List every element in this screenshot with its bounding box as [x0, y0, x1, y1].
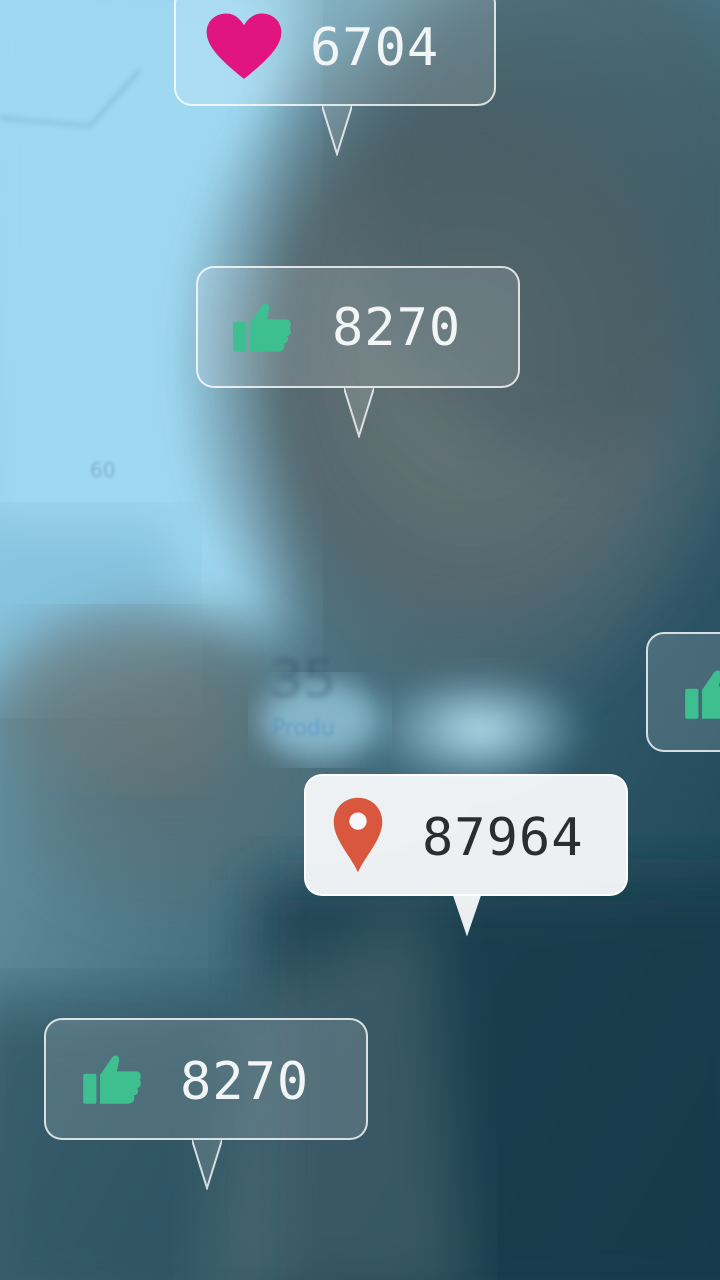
- ghost-label: Produ: [272, 716, 335, 741]
- notification-count: 8270: [180, 1052, 310, 1112]
- thumbs-up-icon: [233, 303, 291, 352]
- bubble-tail: [453, 896, 481, 937]
- map-pin-icon: [333, 797, 383, 873]
- notification-bubble: [646, 632, 720, 752]
- thumbs-up-icon: [83, 1055, 141, 1104]
- notification-bubble: 8270: [44, 1018, 368, 1190]
- notification-count: 8270: [332, 298, 462, 358]
- bubble-tail: [344, 388, 374, 438]
- notification-bubble: 8270: [196, 266, 520, 438]
- ghost-axis-label: 60: [90, 458, 116, 482]
- notification-count: 6704: [310, 18, 440, 78]
- notification-count: 87964: [422, 808, 584, 868]
- bubble-tail: [192, 1140, 222, 1190]
- thumbs-up-icon: [685, 670, 720, 719]
- notification-bubble: 6704: [174, 0, 496, 156]
- bubble-tail: [322, 106, 352, 156]
- notification-bubble: 87964: [304, 774, 628, 937]
- ghost-number: 35: [270, 650, 337, 710]
- video-frame: 35 Produ 60 6704 8270 87964 8270: [0, 0, 720, 1280]
- heart-icon: [206, 13, 282, 79]
